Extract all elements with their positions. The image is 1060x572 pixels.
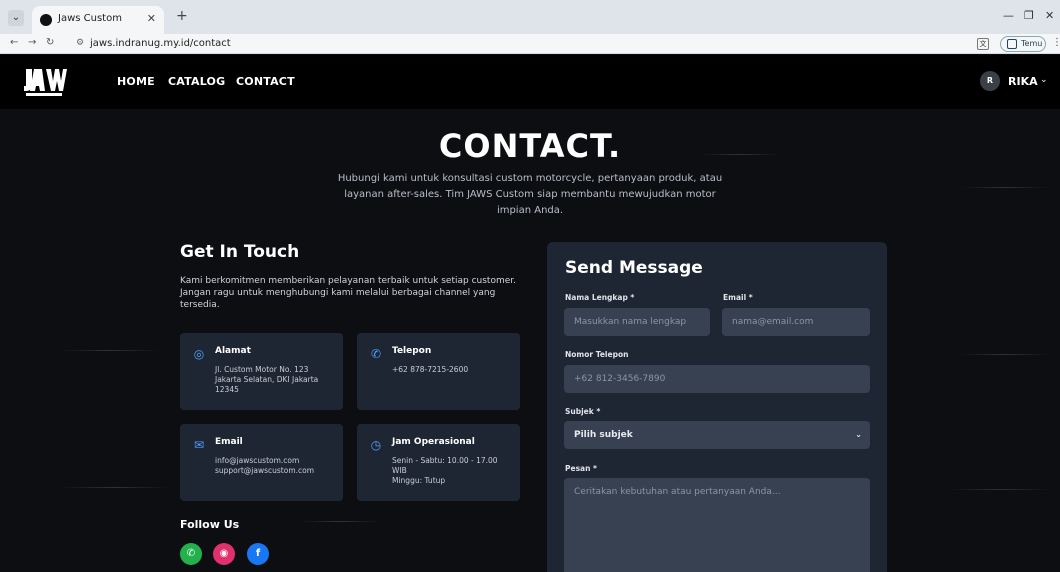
page-title: CONTACT. bbox=[438, 127, 622, 165]
contact-card-hours: ◷ Jam Operasional Senin - Sabtu: 10.00 -… bbox=[357, 424, 520, 501]
bg-streak bbox=[950, 489, 1050, 490]
card-line: Jakarta Selatan, DKI Jakarta bbox=[215, 375, 319, 384]
tab-search-chevron-icon[interactable]: ⌄ bbox=[8, 10, 24, 26]
card-line: 12345 bbox=[215, 385, 239, 394]
card-title: Email bbox=[215, 437, 243, 447]
card-title: Jam Operasional bbox=[392, 437, 475, 447]
contact-card-email: ✉ Email info@jawscustom.com support@jaws… bbox=[180, 424, 343, 501]
facebook-icon[interactable]: f bbox=[247, 543, 269, 565]
location-icon: ◎ bbox=[193, 347, 205, 361]
user-avatar[interactable]: R bbox=[980, 71, 1000, 91]
nav-link-contact[interactable]: CONTACT bbox=[236, 75, 295, 88]
email-label: Email * bbox=[723, 293, 753, 302]
extension-label: Temu bbox=[1021, 39, 1043, 48]
bg-streak bbox=[300, 521, 380, 522]
message-label: Pesan * bbox=[565, 464, 597, 473]
contact-page: CONTACT. Hubungi kami untuk konsultasi c… bbox=[0, 109, 1060, 572]
card-line: +62 878-7215-2600 bbox=[392, 365, 469, 374]
card-line: Jl. Custom Motor No. 123 bbox=[215, 365, 309, 374]
phone-input[interactable]: +62 812-3456-7890 bbox=[564, 365, 870, 393]
get-in-touch-heading: Get In Touch bbox=[180, 242, 300, 262]
jaws-logo-icon[interactable] bbox=[20, 65, 68, 99]
new-tab-icon[interactable]: + bbox=[176, 8, 188, 24]
card-line: Senin - Sabtu: 10.00 - 17.00 bbox=[392, 456, 498, 465]
tab-close-icon[interactable]: ✕ bbox=[147, 12, 156, 25]
back-icon[interactable]: ← bbox=[10, 37, 18, 48]
site-info-icon[interactable]: ⚙ bbox=[76, 38, 84, 48]
name-input[interactable]: Masukkan nama lengkap bbox=[564, 308, 710, 336]
phone-label: Nomor Telepon bbox=[565, 350, 629, 359]
chevron-down-icon: ⌄ bbox=[855, 430, 862, 439]
extension-icon bbox=[1007, 39, 1017, 49]
whatsapp-icon[interactable]: ✆ bbox=[180, 543, 202, 565]
page-subtitle: Hubungi kami untuk konsultasi custom mot… bbox=[337, 173, 723, 216]
reload-icon[interactable]: ↻ bbox=[46, 37, 54, 48]
card-title: Alamat bbox=[215, 346, 251, 356]
email-input[interactable]: nama@email.com bbox=[722, 308, 870, 336]
card-title: Telepon bbox=[392, 346, 432, 356]
tab-title: Jaws Custom bbox=[58, 13, 122, 24]
bg-streak bbox=[960, 354, 1050, 355]
site-navbar: HOME CATALOG CONTACT R RIKA ⌄ bbox=[0, 55, 1060, 109]
subject-select[interactable]: Pilih subjek ⌄ bbox=[564, 421, 870, 449]
instagram-icon[interactable]: ◉ bbox=[213, 543, 235, 565]
bg-streak bbox=[960, 187, 1050, 188]
clock-icon: ◷ bbox=[370, 438, 382, 452]
user-menu-chevron-icon[interactable]: ⌄ bbox=[1040, 75, 1048, 85]
tab-favicon-icon bbox=[40, 14, 52, 26]
forward-icon[interactable]: → bbox=[28, 37, 36, 48]
card-line: info@jawscustom.com bbox=[215, 456, 300, 465]
message-textarea[interactable]: Ceritakan kebutuhan atau pertanyaan Anda… bbox=[564, 478, 870, 572]
browser-menu-icon[interactable]: ⋮ bbox=[1052, 37, 1060, 48]
follow-us-heading: Follow Us bbox=[180, 518, 240, 531]
address-bar: ← → ↻ ⚙ jaws.indranug.my.id/contact 文 Te… bbox=[0, 34, 1060, 54]
nav-link-home[interactable]: HOME bbox=[117, 75, 155, 88]
bg-streak bbox=[60, 487, 170, 488]
browser-tab[interactable]: Jaws Custom ✕ bbox=[32, 6, 164, 34]
bg-streak bbox=[60, 350, 160, 351]
user-name[interactable]: RIKA bbox=[1008, 75, 1038, 88]
card-line: Minggu: Tutup bbox=[392, 476, 446, 485]
window-close-icon[interactable]: ✕ bbox=[1045, 9, 1054, 22]
get-in-touch-description: Kami berkomitmen memberikan pelayanan te… bbox=[180, 276, 516, 310]
translate-icon[interactable]: 文 bbox=[977, 38, 989, 50]
url-field[interactable]: jaws.indranug.my.id/contact bbox=[90, 38, 231, 49]
contact-card-address: ◎ Alamat Jl. Custom Motor No. 123 Jakart… bbox=[180, 333, 343, 410]
subject-selected-value: Pilih subjek bbox=[574, 430, 633, 440]
contact-card-phone: ✆ Telepon +62 878-7215-2600 bbox=[357, 333, 520, 410]
name-label: Nama Lengkap * bbox=[565, 293, 635, 302]
form-title: Send Message bbox=[565, 258, 703, 278]
minimize-icon[interactable]: — bbox=[1003, 9, 1014, 22]
card-line: WIB bbox=[392, 466, 407, 475]
phone-icon: ✆ bbox=[370, 347, 382, 361]
nav-link-catalog[interactable]: CATALOG bbox=[168, 75, 225, 88]
restore-icon[interactable]: ❐ bbox=[1024, 9, 1034, 22]
mail-icon: ✉ bbox=[193, 438, 205, 452]
subject-label: Subjek * bbox=[565, 407, 601, 416]
card-line: support@jawscustom.com bbox=[215, 466, 315, 475]
send-message-form: Send Message Nama Lengkap * Masukkan nam… bbox=[547, 242, 887, 572]
browser-tab-bar: ⌄ Jaws Custom ✕ + — ❐ ✕ bbox=[0, 0, 1060, 34]
extension-button[interactable]: Temu bbox=[1000, 36, 1046, 52]
